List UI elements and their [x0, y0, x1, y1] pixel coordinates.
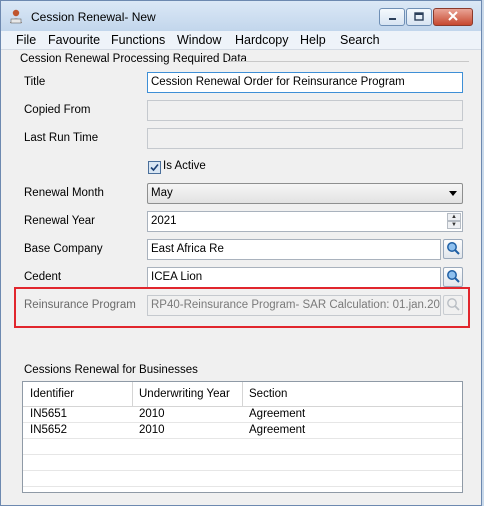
cedent-lookup-button[interactable] [443, 267, 463, 287]
is-active-checkbox[interactable] [148, 161, 161, 174]
menu-help[interactable]: Help [300, 33, 326, 47]
renewal-year-stepper[interactable]: 2021 ▲ ▼ [147, 211, 463, 232]
checkmark-icon [150, 161, 159, 175]
empty-row [23, 439, 462, 455]
table-header: Identifier Underwriting Year Section [23, 382, 462, 407]
column-divider [132, 382, 133, 406]
close-icon [448, 10, 458, 24]
menu-favourite[interactable]: Favourite [48, 33, 100, 47]
businesses-section-title: Cessions Renewal for Businesses [24, 364, 198, 376]
menu-file[interactable]: File [16, 33, 36, 47]
title-bar[interactable]: Cession Renewal- New [1, 1, 481, 31]
cedent-input[interactable]: ICEA Lion [147, 267, 441, 288]
column-underwriting-year[interactable]: Underwriting Year [139, 388, 230, 400]
renewal-year-value: 2021 [151, 215, 177, 227]
renewal-year-label: Renewal Year [24, 215, 95, 227]
menu-bar: File Favourite Functions Window Hardcopy… [1, 31, 481, 50]
cedent-label: Cedent [24, 271, 62, 283]
cell-underwriting-year: 2010 [139, 408, 165, 420]
last-run-time-label: Last Run Time [24, 132, 99, 144]
table-row[interactable]: IN5652 2010 Agreement [23, 423, 462, 439]
cession-renewal-window: Cession Renewal- New File Favourite Func… [0, 0, 482, 506]
cell-section: Agreement [249, 408, 306, 420]
menu-search[interactable]: Search [340, 33, 380, 47]
window-title: Cession Renewal- New [31, 10, 156, 24]
is-active-label: Is Active [163, 160, 206, 172]
last-run-time-input[interactable] [147, 128, 463, 149]
cell-identifier: IN5651 [30, 408, 68, 420]
empty-row [23, 471, 462, 487]
cell-underwriting-year: 2010 [139, 424, 165, 436]
base-company-lookup-button[interactable] [443, 239, 463, 259]
table-row[interactable]: IN5651 2010 Agreement [23, 407, 462, 423]
renewal-month-label: Renewal Month [24, 187, 104, 199]
column-section[interactable]: Section [249, 388, 287, 400]
renewal-month-select[interactable]: May [147, 183, 463, 204]
copied-from-label: Copied From [24, 104, 91, 116]
menu-functions[interactable]: Functions [111, 33, 165, 47]
spin-up-icon[interactable]: ▲ [447, 213, 461, 221]
base-company-label: Base Company [24, 243, 103, 255]
cell-identifier: IN5652 [30, 424, 68, 436]
title-label: Title [24, 76, 46, 88]
year-spinner[interactable]: ▲ ▼ [447, 213, 461, 230]
menu-window[interactable]: Window [177, 33, 221, 47]
column-divider [242, 382, 243, 406]
minimize-button[interactable] [379, 8, 405, 26]
cell-section: Agreement [249, 424, 306, 436]
empty-row [23, 455, 462, 471]
section-divider [227, 61, 469, 62]
magnifier-icon [446, 241, 460, 258]
renewal-month-value: May [151, 187, 173, 199]
reinsurance-program-highlight [14, 287, 470, 328]
required-data-section-title: Cession Renewal Processing Required Data [20, 53, 247, 65]
app-person-icon [8, 8, 24, 24]
maximize-button[interactable] [406, 8, 432, 26]
column-identifier[interactable]: Identifier [30, 388, 74, 400]
minimize-icon [388, 10, 397, 24]
title-input[interactable]: Cession Renewal Order for Reinsurance Pr… [147, 72, 463, 93]
chevron-down-icon [449, 191, 457, 196]
maximize-icon [414, 10, 424, 24]
copied-from-input[interactable] [147, 100, 463, 121]
spin-down-icon[interactable]: ▼ [447, 221, 461, 229]
businesses-table[interactable]: Identifier Underwriting Year Section IN5… [22, 381, 463, 493]
menu-hardcopy[interactable]: Hardcopy [235, 33, 289, 47]
magnifier-icon [446, 269, 460, 286]
base-company-input[interactable]: East Africa Re [147, 239, 441, 260]
close-button[interactable] [433, 8, 473, 26]
